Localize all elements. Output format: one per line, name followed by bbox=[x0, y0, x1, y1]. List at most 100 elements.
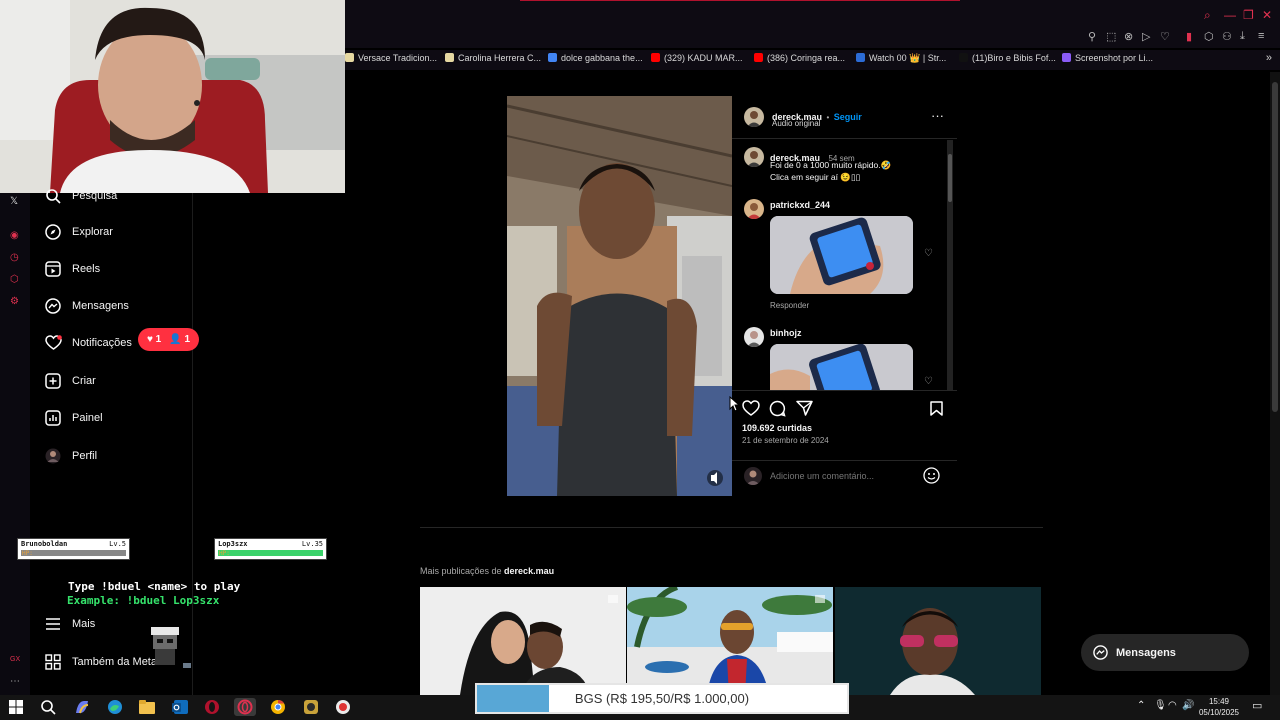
copilot-icon[interactable] bbox=[73, 698, 91, 716]
opera-icon[interactable] bbox=[203, 698, 221, 716]
heart-icon[interactable]: ♡ bbox=[1160, 30, 1170, 43]
volume-icon[interactable]: 🔊 bbox=[1182, 700, 1194, 711]
commenter-avatar[interactable] bbox=[744, 199, 764, 219]
tray-chevron-icon[interactable]: ⌃ bbox=[1137, 700, 1145, 711]
post-date: 21 de setembro de 2024 bbox=[742, 436, 829, 445]
extensions-side-icon[interactable]: ⬡ bbox=[10, 274, 19, 285]
bookmark-favicon bbox=[345, 53, 354, 62]
bookmark-label: Watch 00 👑 | Str... bbox=[869, 53, 947, 63]
app-icon[interactable] bbox=[334, 698, 352, 716]
bookmark-item[interactable]: Screenshot por Li... bbox=[1062, 53, 1153, 63]
save-icon[interactable] bbox=[930, 401, 943, 421]
browser-side-panel: 𝕏 ◉ ◷ ⬡ ⚙ GX ⋯ bbox=[0, 190, 30, 695]
nav-item-messages[interactable]: Mensagens bbox=[44, 294, 129, 318]
play-icon[interactable]: ▷ bbox=[1142, 30, 1150, 43]
commenter-avatar[interactable] bbox=[744, 327, 764, 347]
screenshot-icon[interactable]: ⬚ bbox=[1106, 30, 1116, 43]
more-dots-icon[interactable]: ⋯ bbox=[10, 676, 20, 687]
taskbar-search-icon[interactable] bbox=[39, 698, 57, 716]
bookmark-item[interactable]: Carolina Herrera C... bbox=[445, 53, 541, 63]
record-icon[interactable]: ◉ bbox=[10, 230, 19, 241]
more-options-icon[interactable]: ··· bbox=[931, 108, 944, 123]
reel-video[interactable] bbox=[507, 96, 732, 496]
windows-start-icon[interactable] bbox=[7, 698, 25, 716]
comment-like-icon[interactable]: ♡ bbox=[924, 248, 933, 259]
grid-post[interactable] bbox=[835, 587, 1041, 695]
bookmark-item[interactable]: dolce gabbana the... bbox=[548, 53, 643, 63]
comment-image[interactable] bbox=[770, 344, 913, 390]
bookmark-item[interactable]: (386) Coringa rea... bbox=[754, 53, 845, 63]
emoji-icon[interactable] bbox=[923, 467, 940, 489]
nav-item-dashboard[interactable]: Painel bbox=[44, 406, 103, 430]
comment-image[interactable] bbox=[770, 216, 913, 294]
obs-icon[interactable] bbox=[302, 698, 320, 716]
gx-icon[interactable]: GX bbox=[10, 656, 20, 663]
notification-badge[interactable]: ♥ 1 👤 1 bbox=[138, 328, 199, 351]
nav-item-explore[interactable]: Explorar bbox=[44, 220, 113, 244]
bookmark-item[interactable]: Watch 00 👑 | Str... bbox=[856, 53, 946, 64]
microphone-icon[interactable]: 🎙 bbox=[1154, 700, 1167, 711]
bookmark-label: (386) Coringa rea... bbox=[767, 53, 846, 63]
download-icon[interactable]: ⤓ bbox=[1240, 30, 1245, 43]
like-icon[interactable] bbox=[742, 400, 760, 421]
player2-hp-label: HP: bbox=[219, 550, 230, 557]
commenter-username[interactable]: patrickxd_244 bbox=[770, 200, 830, 210]
menu-icon[interactable]: ≡ bbox=[1258, 30, 1264, 42]
nav-item-meta[interactable]: Também da Meta bbox=[44, 650, 157, 674]
minimize-icon[interactable]: — bbox=[1224, 8, 1236, 22]
section-divider bbox=[420, 527, 1043, 528]
bookmark-item[interactable]: (329) KADU MAR... bbox=[651, 53, 743, 63]
audio-label[interactable]: Áudio original bbox=[772, 119, 820, 128]
search-icon[interactable]: ⌕ bbox=[1204, 8, 1211, 23]
commenter-username[interactable]: binhojz bbox=[770, 328, 802, 338]
sidebar-toggle-icon[interactable]: ▮ bbox=[1186, 30, 1192, 43]
x-icon[interactable]: 𝕏 bbox=[10, 196, 18, 207]
settings-icon[interactable]: ⚙ bbox=[10, 296, 19, 307]
messages-pill[interactable]: Mensagens bbox=[1081, 634, 1249, 671]
caption-avatar[interactable] bbox=[744, 147, 764, 167]
page-scroll-thumb[interactable] bbox=[1272, 82, 1278, 412]
author-avatar[interactable] bbox=[744, 107, 764, 127]
reply-button[interactable]: Responder bbox=[770, 301, 809, 310]
comments-scrollbar[interactable] bbox=[947, 140, 953, 390]
history-icon[interactable]: ◷ bbox=[10, 252, 19, 263]
bookmarks-overflow-chevron-icon[interactable]: » bbox=[1266, 52, 1272, 64]
notifications-icon[interactable]: ▭ bbox=[1252, 699, 1262, 712]
opera-gx-icon[interactable] bbox=[234, 698, 256, 716]
page-scrollbar[interactable] bbox=[1270, 72, 1280, 695]
comment-like-icon[interactable]: ♡ bbox=[924, 376, 933, 387]
block-icon[interactable]: ⊗ bbox=[1124, 30, 1133, 43]
profile-icon[interactable]: ⚇ bbox=[1222, 30, 1232, 43]
share-icon[interactable] bbox=[796, 400, 813, 421]
comment-icon[interactable] bbox=[769, 400, 786, 422]
bookmark-label: (11)Biro e Bibis Fof... bbox=[972, 53, 1056, 63]
nav-item-more[interactable]: Mais bbox=[44, 612, 95, 636]
restore-icon[interactable]: ❐ bbox=[1243, 8, 1254, 22]
close-icon[interactable]: ✕ bbox=[1262, 8, 1272, 22]
more-posts-heading: Mais publicações de dereck.mau bbox=[420, 566, 554, 576]
follow-button[interactable]: Seguir bbox=[834, 112, 862, 122]
wifi-icon[interactable]: ◠ bbox=[1168, 700, 1177, 711]
grid-post[interactable] bbox=[420, 587, 626, 695]
nav-item-notifications[interactable]: Notificações bbox=[44, 331, 132, 355]
likes-count[interactable]: 109.692 curtidas bbox=[742, 423, 812, 433]
extensions-icon[interactable]: ⬡ bbox=[1204, 30, 1214, 43]
comment-input[interactable] bbox=[770, 468, 918, 484]
nav-item-search[interactable]: Pesquisa bbox=[44, 184, 117, 208]
nav-label: Reels bbox=[72, 263, 101, 275]
bookmark-item[interactable]: Versace Tradicion... bbox=[345, 53, 437, 63]
edge-icon[interactable] bbox=[106, 698, 124, 716]
nav-item-profile[interactable]: Perfil bbox=[44, 444, 97, 468]
pin-icon[interactable]: ⚲ bbox=[1088, 30, 1096, 43]
file-explorer-icon[interactable] bbox=[138, 698, 156, 716]
nav-item-reels[interactable]: Reels bbox=[44, 257, 100, 281]
chrome-icon[interactable] bbox=[269, 698, 287, 716]
outlook-icon[interactable] bbox=[171, 698, 189, 716]
system-clock[interactable]: 15:49 05/10/2025 bbox=[1195, 696, 1243, 718]
nav-item-create[interactable]: Criar bbox=[44, 369, 96, 393]
bookmark-item[interactable]: (11)Biro e Bibis Fof... bbox=[959, 53, 1056, 63]
more-posts-user[interactable]: dereck.mau bbox=[504, 566, 554, 576]
comments-scroll-thumb[interactable] bbox=[948, 154, 952, 202]
nav-label: Mais bbox=[72, 618, 96, 630]
grid-post[interactable] bbox=[627, 587, 833, 695]
